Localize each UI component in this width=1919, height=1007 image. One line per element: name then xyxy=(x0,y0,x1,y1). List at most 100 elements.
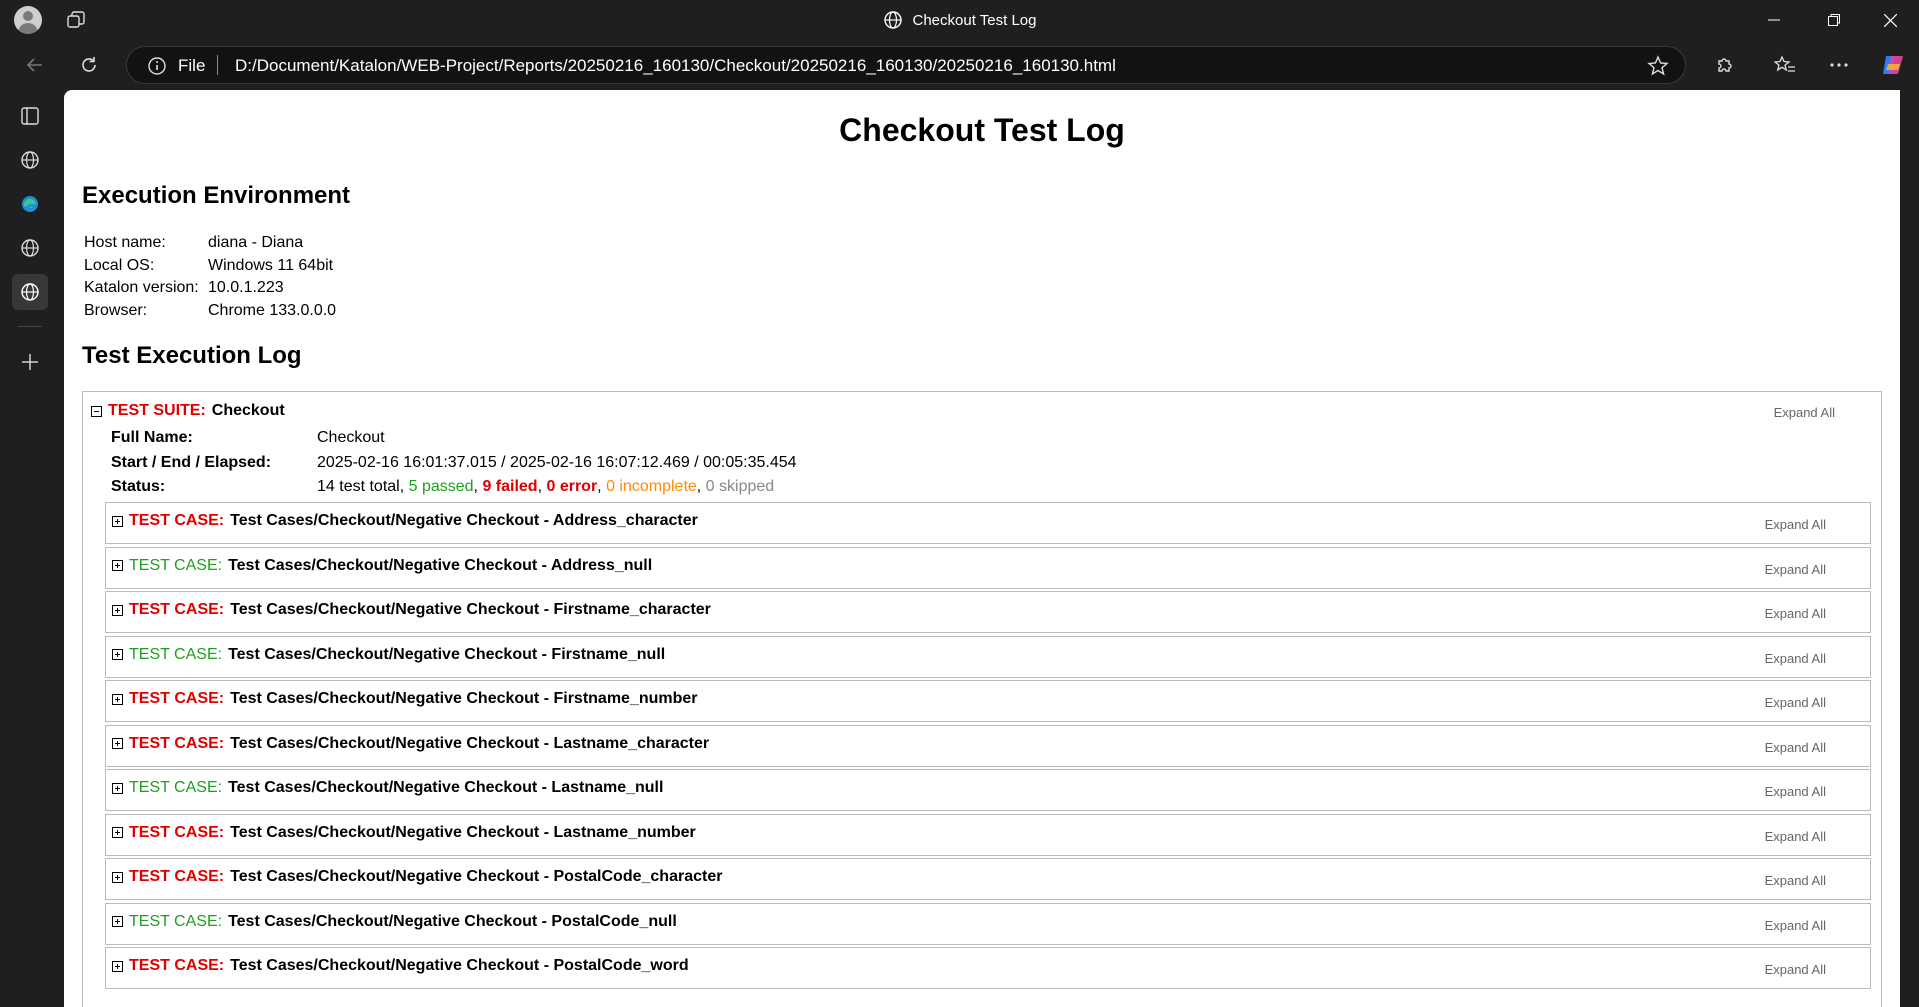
test-case-name: Test Cases/Checkout/Negative Checkout - … xyxy=(230,823,696,841)
full-name-value: Checkout xyxy=(317,429,385,446)
test-case-header[interactable]: TEST CASE: Test Cases/Checkout/Negative C… xyxy=(112,512,698,530)
expand-toggle-icon[interactable] xyxy=(112,960,123,972)
vertical-tabs-sidebar xyxy=(0,90,62,1007)
test-case-row[interactable]: TEST CASE: Test Cases/Checkout/Negative C… xyxy=(105,635,1871,678)
test-case-header[interactable]: TEST CASE: Test Cases/Checkout/Negative C… xyxy=(112,779,663,797)
minimize-button[interactable] xyxy=(1746,0,1802,40)
environment-key: Katalon version: xyxy=(84,279,199,296)
expand-toggle-icon[interactable] xyxy=(112,515,123,527)
test-case-row[interactable]: TEST CASE: Test Cases/Checkout/Negative C… xyxy=(105,858,1871,900)
test-case-prefix: TEST CASE: xyxy=(129,912,223,930)
expand-toggle-icon[interactable] xyxy=(112,693,123,705)
url-text[interactable]: D:/Document/Katalon/WEB-Project/Reports/… xyxy=(235,56,1116,76)
expand-toggle-icon[interactable] xyxy=(112,604,123,616)
favorites-button[interactable] xyxy=(1770,50,1800,80)
test-case-expand-all-link[interactable]: Expand All xyxy=(1765,740,1826,755)
star-favorite-icon[interactable] xyxy=(1647,55,1669,77)
test-case-expand-all-link[interactable]: Expand All xyxy=(1765,517,1826,532)
test-case-expand-all-link[interactable]: Expand All xyxy=(1765,873,1826,888)
workspaces-icon[interactable] xyxy=(66,10,86,30)
test-case-header[interactable]: TEST CASE: Test Cases/Checkout/Negative C… xyxy=(112,735,709,753)
test-case-row[interactable]: TEST CASE: Test Cases/Checkout/Negative C… xyxy=(105,591,1871,633)
sidebar-tab-3[interactable] xyxy=(12,230,48,266)
extensions-button[interactable] xyxy=(1710,50,1740,80)
globe-icon xyxy=(883,11,902,29)
new-tab-button[interactable] xyxy=(12,344,48,380)
test-case-row[interactable]: TEST CASE: Test Cases/Checkout/Negative C… xyxy=(105,724,1871,767)
test-case-row[interactable]: TEST CASE: Test Cases/Checkout/Negative C… xyxy=(105,502,1871,544)
tab-panel-icon xyxy=(21,107,39,125)
tab-actions-button[interactable] xyxy=(12,98,48,134)
test-case-expand-all-link[interactable]: Expand All xyxy=(1765,918,1826,933)
test-case-expand-all-link[interactable]: Expand All xyxy=(1765,695,1826,710)
test-case-expand-all-link[interactable]: Expand All xyxy=(1765,562,1826,577)
test-case-name: Test Cases/Checkout/Negative Checkout - … xyxy=(230,690,698,707)
refresh-button[interactable] xyxy=(74,50,104,80)
plus-icon xyxy=(22,354,38,370)
test-case-expand-all-link[interactable]: Expand All xyxy=(1765,829,1826,844)
environment-value: Windows 11 64bit xyxy=(208,256,334,274)
expand-toggle-icon[interactable] xyxy=(112,782,123,794)
refresh-icon xyxy=(82,57,96,72)
test-case-expand-all-link[interactable]: Expand All xyxy=(1765,784,1826,799)
expand-toggle-icon[interactable] xyxy=(112,871,123,883)
suite-header[interactable]: TEST SUITE: Checkout xyxy=(91,402,285,420)
test-case-header[interactable]: TEST CASE: Test Cases/Checkout/Negative C… xyxy=(112,690,698,708)
copilot-button[interactable] xyxy=(1878,50,1908,80)
expand-toggle-icon[interactable] xyxy=(112,827,123,838)
expand-toggle-icon[interactable] xyxy=(112,560,123,571)
globe-icon xyxy=(21,239,39,257)
test-case-header[interactable]: TEST CASE: Test Cases/Checkout/Negative C… xyxy=(112,646,665,664)
test-case-row[interactable]: TEST CASE: Test Cases/Checkout/Negative C… xyxy=(105,947,1871,989)
test-case-row[interactable]: TEST CASE: Test Cases/Checkout/Negative C… xyxy=(105,769,1871,811)
test-case-row[interactable]: TEST CASE: Test Cases/Checkout/Negative C… xyxy=(105,546,1871,589)
test-suite-panel: TEST SUITE: Checkout Expand All Full Nam… xyxy=(82,391,1882,1007)
sidebar-tab-4-active[interactable] xyxy=(12,274,48,310)
status-error: 0 error xyxy=(546,478,598,495)
expand-toggle-icon[interactable] xyxy=(112,649,123,660)
environment-heading: Execution Environment xyxy=(82,182,351,209)
expand-toggle-icon[interactable] xyxy=(112,738,123,749)
test-case-header[interactable]: TEST CASE: Test Cases/Checkout/Negative C… xyxy=(112,913,677,931)
timing-value: 2025-02-16 16:01:37.015 / 2025-02-16 16:… xyxy=(317,453,797,471)
back-button[interactable] xyxy=(20,50,50,80)
environment-row: Katalon version: 10.0.1.223 xyxy=(84,277,336,300)
test-case-row[interactable]: TEST CASE: Test Cases/Checkout/Negative C… xyxy=(105,902,1871,945)
environment-key: Browser: xyxy=(84,301,148,319)
status-summary: 14 test total, 5 passed, 9 failed, 0 err… xyxy=(317,478,775,495)
test-case-header[interactable]: TEST CASE: Test Cases/Checkout/Negative C… xyxy=(112,868,722,886)
environment-value: Chrome 133.0.0.0 xyxy=(208,301,337,319)
puzzle-icon xyxy=(1718,58,1732,72)
test-case-header[interactable]: TEST CASE: Test Cases/Checkout/Negative C… xyxy=(112,557,652,575)
status-skipped: 0 skipped xyxy=(705,478,775,495)
test-case-header[interactable]: TEST CASE: Test Cases/Checkout/Negative C… xyxy=(112,601,711,619)
test-case-row[interactable]: TEST CASE: Test Cases/Checkout/Negative C… xyxy=(105,680,1871,722)
test-case-header[interactable]: TEST CASE: Test Cases/Checkout/Negative C… xyxy=(112,824,696,842)
sidebar-tab-1[interactable] xyxy=(12,142,48,178)
expand-toggle-icon[interactable] xyxy=(112,916,123,927)
info-icon[interactable] xyxy=(147,56,167,76)
globe-icon xyxy=(21,151,39,169)
sidebar-divider xyxy=(18,326,42,327)
title-bar: Checkout Test Log xyxy=(0,0,1919,40)
collapse-toggle-icon[interactable] xyxy=(91,405,102,417)
test-case-header[interactable]: TEST CASE: Test Cases/Checkout/Negative C… xyxy=(112,957,689,975)
suite-name: Checkout xyxy=(211,402,285,419)
test-case-name: Test Cases/Checkout/Negative Checkout - … xyxy=(230,868,723,885)
sidebar-tab-2[interactable] xyxy=(12,186,48,222)
environment-value: 10.0.1.223 xyxy=(208,279,284,296)
test-case-expand-all-link[interactable]: Expand All xyxy=(1765,606,1826,621)
suite-expand-all-link[interactable]: Expand All xyxy=(1774,405,1835,420)
more-options-button[interactable] xyxy=(1824,50,1854,80)
restore-icon xyxy=(1828,14,1840,26)
back-arrow-icon xyxy=(26,58,42,72)
globe-icon xyxy=(21,283,39,301)
test-case-row[interactable]: TEST CASE: Test Cases/Checkout/Negative C… xyxy=(105,813,1871,856)
address-bar[interactable]: File D:/Document/Katalon/WEB-Project/Rep… xyxy=(126,46,1686,84)
profile-avatar-icon[interactable] xyxy=(14,6,42,34)
close-window-button[interactable] xyxy=(1862,0,1918,40)
test-case-expand-all-link[interactable]: Expand All xyxy=(1765,651,1826,666)
status-incomplete: 0 incomplete xyxy=(606,478,697,495)
test-case-expand-all-link[interactable]: Expand All xyxy=(1765,962,1826,977)
restore-button[interactable] xyxy=(1806,0,1862,40)
